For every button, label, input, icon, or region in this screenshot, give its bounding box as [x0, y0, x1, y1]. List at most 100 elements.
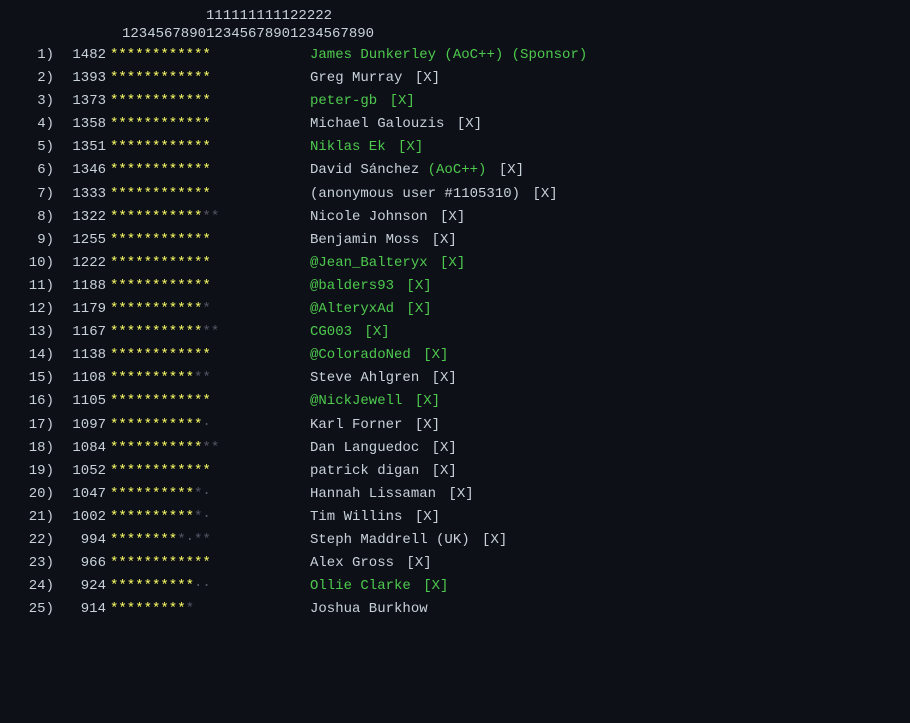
user-tag[interactable]: [X]	[524, 186, 558, 202]
score-value: 1358	[54, 113, 106, 136]
score-value: 1222	[54, 252, 106, 275]
user-name-column: Hannah Lissaman [X]	[310, 483, 898, 506]
user-tag[interactable]: [X]	[448, 116, 482, 132]
user-tag[interactable]: [X]	[440, 486, 474, 502]
user-name[interactable]: @NickJewell	[310, 393, 402, 409]
user-name[interactable]: @ColoradoNed	[310, 347, 411, 363]
user-tag[interactable]: [X]	[390, 139, 424, 155]
user-name-column: Steph Maddrell (UK) [X]	[310, 529, 898, 552]
star-bar: ************	[110, 90, 310, 113]
user-tag[interactable]: [X]	[381, 93, 415, 109]
user-tag[interactable]: [X]	[423, 440, 457, 456]
table-row: 22)994*********·**Steph Maddrell (UK) [X…	[12, 529, 898, 552]
user-name[interactable]: Greg Murray	[310, 70, 402, 86]
star-bar: ************	[110, 552, 310, 575]
user-tag[interactable]: [X]	[423, 232, 457, 248]
user-tag[interactable]: [X]	[406, 509, 440, 525]
user-name-column: CG003 [X]	[310, 321, 898, 344]
user-name[interactable]: Nicole Johnson	[310, 209, 428, 225]
table-row: 4)1358************Michael Galouzis [X]	[12, 113, 898, 136]
user-tag[interactable]: [X]	[415, 347, 449, 363]
rank-number: 5)	[12, 136, 54, 159]
table-row: 9)1255************Benjamin Moss [X]	[12, 229, 898, 252]
user-name[interactable]: David Sánchez	[310, 162, 419, 178]
rank-number: 23)	[12, 552, 54, 575]
user-name-column: @AlteryxAd [X]	[310, 298, 898, 321]
user-name[interactable]: @Jean_Balteryx	[310, 255, 428, 271]
user-name[interactable]: Niklas Ek	[310, 139, 386, 155]
star-bar: *************	[110, 206, 310, 229]
user-name[interactable]: @AlteryxAd	[310, 301, 394, 317]
rank-number: 15)	[12, 367, 54, 390]
table-row: 13)1167*************CG003 [X]	[12, 321, 898, 344]
user-name[interactable]: peter-gb	[310, 93, 377, 109]
rank-number: 7)	[12, 183, 54, 206]
star-bar: ************	[110, 229, 310, 252]
star-bar: ************	[110, 275, 310, 298]
star-bar: ************	[110, 44, 310, 67]
user-name[interactable]: Hannah Lissaman	[310, 486, 436, 502]
score-value: 1333	[54, 183, 106, 206]
score-value: 1097	[54, 414, 106, 437]
user-tag[interactable]: [X]	[398, 278, 432, 294]
rank-number: 19)	[12, 460, 54, 483]
user-tag[interactable]: [X]	[406, 393, 440, 409]
rank-number: 3)	[12, 90, 54, 113]
user-name-column: @ColoradoNed [X]	[310, 344, 898, 367]
user-name-column: peter-gb [X]	[310, 90, 898, 113]
user-name-column: Benjamin Moss [X]	[310, 229, 898, 252]
table-row: 11)1188************@balders93 [X]	[12, 275, 898, 298]
rank-number: 1)	[12, 44, 54, 67]
user-tag[interactable]: [X]	[432, 209, 466, 225]
score-value: 1179	[54, 298, 106, 321]
user-name[interactable]: Tim Willins	[310, 509, 402, 525]
star-bar: ************	[110, 298, 310, 321]
user-name[interactable]: (anonymous user #1105310)	[310, 186, 520, 202]
user-name[interactable]: Michael Galouzis	[310, 116, 444, 132]
table-row: 21)1002***********·Tim Willins [X]	[12, 506, 898, 529]
user-name[interactable]: @balders93	[310, 278, 394, 294]
user-tag[interactable]: [X]	[415, 578, 449, 594]
user-tag[interactable]: [X]	[423, 463, 457, 479]
table-row: 8)1322*************Nicole Johnson [X]	[12, 206, 898, 229]
user-name-column: Karl Forner [X]	[310, 414, 898, 437]
user-tag[interactable]: [X]	[432, 255, 466, 271]
rank-number: 6)	[12, 159, 54, 182]
table-row: 25)914**********Joshua Burkhow	[12, 598, 898, 621]
user-name[interactable]: James Dunkerley	[310, 47, 436, 63]
user-name-column: Tim Willins [X]	[310, 506, 898, 529]
user-tag[interactable]: [X]	[406, 417, 440, 433]
user-name[interactable]: CG003	[310, 324, 352, 340]
user-tag[interactable]: [X]	[406, 70, 440, 86]
user-tag[interactable]: [X]	[474, 532, 508, 548]
user-name[interactable]: Steph Maddrell (UK)	[310, 532, 470, 548]
user-name[interactable]: patrick digan	[310, 463, 419, 479]
table-row: 7)1333************(anonymous user #11053…	[12, 183, 898, 206]
star-bar: ***********·	[110, 506, 310, 529]
table-row: 16)1105************@NickJewell [X]	[12, 390, 898, 413]
user-tag[interactable]: [X]	[356, 324, 390, 340]
star-bar: ***********·	[110, 483, 310, 506]
user-tag[interactable]: [X]	[490, 162, 524, 178]
star-bar: ************	[110, 460, 310, 483]
score-value: 1084	[54, 437, 106, 460]
user-name[interactable]: Steve Ahlgren	[310, 370, 419, 386]
score-value: 1105	[54, 390, 106, 413]
user-tag[interactable]: [X]	[398, 301, 432, 317]
user-tag[interactable]: [X]	[398, 555, 432, 571]
star-bar: ***********·	[110, 414, 310, 437]
score-value: 1188	[54, 275, 106, 298]
score-value: 1002	[54, 506, 106, 529]
user-name[interactable]: Joshua Burkhow	[310, 601, 428, 617]
user-name-column: patrick digan [X]	[310, 460, 898, 483]
rank-number: 13)	[12, 321, 54, 344]
user-name[interactable]: Ollie Clarke	[310, 578, 411, 594]
user-name[interactable]: Karl Forner	[310, 417, 402, 433]
score-value: 1346	[54, 159, 106, 182]
user-tag[interactable]: [X]	[423, 370, 457, 386]
header-line1: 111111111122222	[12, 8, 898, 24]
user-name[interactable]: Benjamin Moss	[310, 232, 419, 248]
rank-number: 16)	[12, 390, 54, 413]
user-name[interactable]: Dan Languedoc	[310, 440, 419, 456]
user-name[interactable]: Alex Gross	[310, 555, 394, 571]
